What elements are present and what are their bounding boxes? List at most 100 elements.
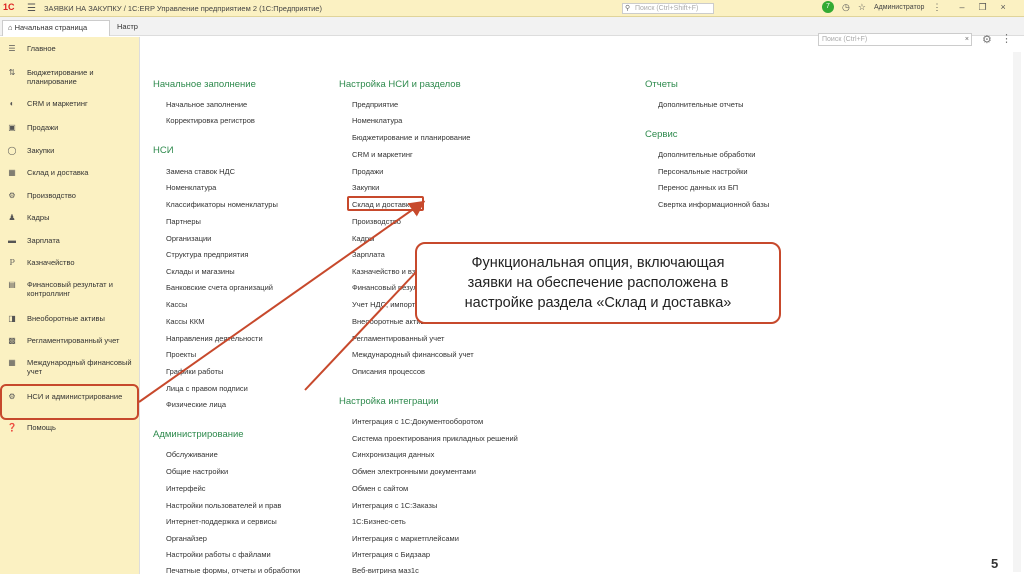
hamburger-menu-icon[interactable]: ☰ — [27, 3, 36, 14]
help-icon: ❓ — [7, 423, 17, 432]
maximize-icon[interactable]: ❐ — [978, 2, 986, 13]
sidebar-item-finance[interactable]: ▤ Финансовый результат и контроллинг — [0, 280, 140, 298]
sidebar-item-hr[interactable]: ♟ Кадры — [0, 213, 140, 223]
slide-page-number: 5 — [991, 556, 999, 571]
vertical-scrollbar[interactable] — [1013, 52, 1021, 572]
link-item[interactable]: Интеграция с 1С:Документооборотом — [352, 417, 483, 426]
callout-line-1: Функциональная опция, включающая — [471, 255, 725, 271]
link-item[interactable]: Интеграция с 1С:Заказы — [352, 501, 437, 510]
sidebar-item-purchases[interactable]: ◯ Закупки — [0, 146, 140, 156]
main-search-input[interactable]: Поиск (Ctrl+F) × — [818, 33, 972, 46]
more-icon[interactable]: ⋮ — [1001, 32, 1012, 45]
link-item[interactable]: Номенклатура — [166, 183, 216, 192]
star-icon[interactable]: ☆ — [858, 2, 866, 13]
title-bar: 1С ☰ ЗАЯВКИ НА ЗАКУПКУ / 1С:ERP Управлен… — [0, 0, 1024, 17]
link-item[interactable]: Персональные настройки — [658, 167, 748, 176]
link-item[interactable]: Лица с правом подписи — [166, 384, 248, 393]
link-item[interactable]: 1С:Бизнес-сеть — [352, 517, 406, 526]
link-item[interactable]: Общие настройки — [166, 467, 228, 476]
person-icon: ♟ — [8, 213, 16, 222]
link-item[interactable]: Номенклатура — [352, 116, 402, 125]
link-item[interactable]: Классификаторы номенклатуры — [166, 200, 278, 209]
minimize-icon[interactable]: – — [959, 2, 964, 13]
link-item[interactable]: Обслуживание — [166, 450, 218, 459]
link-item[interactable]: Система проектирования прикладных решени… — [352, 434, 518, 443]
sidebar-item-sales[interactable]: ▣ Продажи — [0, 123, 140, 133]
link-item[interactable]: Структура предприятия — [166, 250, 248, 259]
salary-icon: ▬ — [8, 236, 16, 245]
sidebar-item-salary[interactable]: ▬ Зарплата — [0, 236, 140, 246]
sidebar-item-help[interactable]: ❓ Помощь — [0, 423, 140, 433]
clear-icon[interactable]: × — [965, 34, 969, 45]
link-item[interactable]: Физические лица — [166, 400, 226, 409]
link-item[interactable]: Кадры — [352, 234, 374, 243]
link-item[interactable]: Дополнительные отчеты — [658, 100, 744, 109]
bag-icon: ▣ — [8, 123, 16, 132]
link-item[interactable]: Органайзер — [166, 534, 207, 543]
link-item[interactable]: Партнеры — [166, 217, 201, 226]
close-icon[interactable]: × — [1001, 2, 1006, 13]
home-icon: ⌂ — [8, 23, 13, 32]
link-item[interactable]: Печатные формы, отчеты и обработки — [166, 566, 300, 574]
link-item[interactable]: Зарплата — [352, 250, 385, 259]
chart-icon: ⇅ — [8, 68, 16, 77]
global-search-input[interactable]: ⚲ Поиск (Ctrl+Shift+F) — [622, 3, 714, 14]
sidebar-item-international[interactable]: ▦ Международный финансовый учет — [0, 358, 140, 376]
link-item[interactable]: Настройки пользователей и прав — [166, 501, 281, 510]
sidebar-item-production[interactable]: ⚙ Производство — [0, 191, 140, 201]
sidebar-item-accounting[interactable]: ▩ Регламентированный учет — [0, 336, 140, 346]
link-item[interactable]: Международный финансовый учет — [352, 350, 474, 359]
app-logo: 1С — [3, 2, 15, 12]
window-title: ЗАЯВКИ НА ЗАКУПКУ / 1С:ERP Управление пр… — [43, 3, 322, 13]
link-item[interactable]: Корректировка регистров — [166, 116, 255, 125]
link-item[interactable]: Бюджетирование и планирование — [352, 133, 470, 142]
link-item[interactable]: Описания процессов — [352, 367, 425, 376]
link-item[interactable]: Организации — [166, 234, 211, 243]
link-item[interactable]: Перенос данных из БП — [658, 183, 738, 192]
settings-gear-icon[interactable]: ⚙ — [982, 33, 992, 46]
assets-icon: ◨ — [8, 314, 16, 323]
current-user[interactable]: Администратор — [874, 4, 925, 11]
link-item[interactable]: Синхронизация данных — [352, 450, 434, 459]
sidebar-item-treasury[interactable]: ℙ Казначейство — [0, 258, 140, 268]
sidebar-item-warehouse[interactable]: ▦ Склад и доставка — [0, 168, 140, 178]
link-item[interactable]: Кассы ККМ — [166, 317, 205, 326]
link-item[interactable]: CRM и маркетинг — [352, 150, 413, 159]
sidebar-item-assets[interactable]: ◨ Внеоборотные активы — [0, 314, 140, 324]
notifications-badge[interactable]: 7 — [822, 1, 834, 13]
callout-line-2: заявки на обеспечение расположена в — [467, 275, 729, 291]
link-item[interactable]: Кассы — [166, 300, 187, 309]
link-item[interactable]: Графики работы — [166, 367, 223, 376]
sidebar-item-main[interactable]: ☰ Главное — [0, 44, 140, 54]
link-item[interactable]: Продажи — [352, 167, 383, 176]
link-item[interactable]: Интеграция с маркетплейсами — [352, 534, 459, 543]
more-menu-icon[interactable]: ⋮ — [932, 2, 941, 13]
sidebar-item-budgeting[interactable]: ⇅ Бюджетирование и планирование — [0, 68, 140, 86]
link-item[interactable]: Обмен с сайтом — [352, 484, 408, 493]
link-item[interactable]: Свертка информационной базы — [658, 200, 769, 209]
section-title-integration: Настройка интеграции — [339, 396, 439, 407]
link-item[interactable]: Производство — [352, 217, 401, 226]
tab-home-label: Начальная страница — [14, 23, 88, 32]
link-item[interactable]: Закупки — [352, 183, 379, 192]
link-item[interactable]: Банковские счета организаций — [166, 283, 273, 292]
sidebar-highlight-frame — [0, 384, 139, 420]
link-item[interactable]: Направления деятельности — [166, 334, 263, 343]
link-item[interactable]: Настройки работы с файлами — [166, 550, 271, 559]
link-item[interactable]: Обмен электронными документами — [352, 467, 476, 476]
link-item[interactable]: Замена ставок НДС — [166, 167, 235, 176]
link-item[interactable]: Склады и магазины — [166, 267, 235, 276]
history-icon[interactable]: ◷ — [842, 2, 850, 13]
link-item[interactable]: Интеграция с Бидзаар — [352, 550, 430, 559]
tab-settings[interactable]: Настр — [112, 20, 142, 36]
tab-home[interactable]: ⌂ Начальная страница — [2, 20, 110, 36]
link-item[interactable]: Дополнительные обработки — [658, 150, 755, 159]
link-item[interactable]: Начальное заполнение — [166, 100, 247, 109]
link-item[interactable]: Веб-витрина маз1с — [352, 566, 419, 574]
link-item[interactable]: Регламентированный учет — [352, 334, 444, 343]
link-item[interactable]: Проекты — [166, 350, 196, 359]
link-item[interactable]: Интерфейс — [166, 484, 206, 493]
link-item[interactable]: Интернет-поддержка и сервисы — [166, 517, 277, 526]
link-item[interactable]: Предприятие — [352, 100, 398, 109]
sidebar-item-crm[interactable]: ◐ CRM и маркетинг — [0, 99, 140, 109]
